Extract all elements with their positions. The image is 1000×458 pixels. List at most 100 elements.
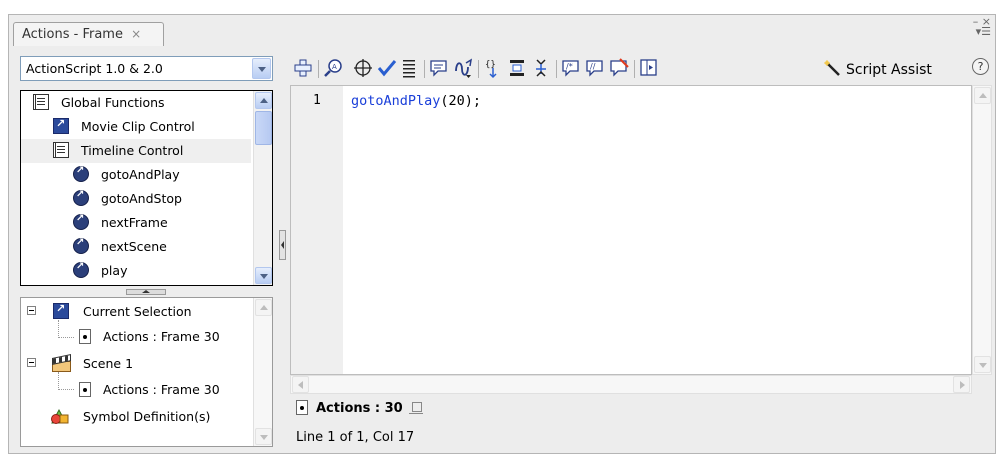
scroll-up-button[interactable]	[255, 299, 272, 316]
toolbox-item-label: play	[101, 263, 128, 278]
apply-line-comment-icon[interactable]: //	[584, 57, 606, 79]
code-keyword: gotoAndPlay	[351, 93, 441, 109]
scene-clapper-icon	[52, 355, 71, 372]
code-arguments: (20);	[440, 93, 482, 109]
book-icon	[53, 142, 69, 158]
toolbox-item-gotoandstop[interactable]: gotoAndStop	[21, 187, 251, 211]
script-tab-label: Actions : 30	[316, 401, 403, 416]
toolbox-item-nextscene[interactable]: nextScene	[21, 235, 251, 259]
line-number: 1	[313, 93, 321, 108]
nav-item-symbol-definitions[interactable]: Symbol Definition(s)	[21, 405, 253, 429]
scroll-left-button[interactable]	[292, 376, 309, 393]
horizontal-splitter[interactable]	[20, 287, 273, 296]
script-tab-actions-30[interactable]: Actions : 30	[296, 397, 423, 422]
expand-all-icon[interactable]	[530, 57, 552, 79]
scroll-thumb[interactable]	[255, 111, 272, 145]
svg-text:A: A	[332, 63, 337, 71]
toolbox-item-gotoandplay[interactable]: gotoAndPlay	[21, 163, 251, 187]
nav-item-scene-1[interactable]: Scene 1	[21, 352, 253, 376]
collapse-icon[interactable]	[27, 306, 36, 315]
function-icon	[73, 213, 89, 230]
insert-target-path-icon[interactable]	[352, 57, 374, 79]
scroll-down-button[interactable]	[974, 356, 991, 373]
scroll-down-button[interactable]	[255, 428, 272, 445]
show-code-hint-icon[interactable]	[428, 57, 450, 79]
close-icon[interactable]: ×	[131, 27, 141, 41]
frame-script-icon	[79, 329, 91, 344]
book-icon	[33, 94, 49, 110]
toolbox-item-label: Movie Clip Control	[81, 119, 195, 134]
navigator-scrollbar[interactable]	[253, 298, 272, 446]
actions-toolbox: Global Functions Movie Clip Control Time…	[20, 90, 273, 286]
remove-comment-icon[interactable]	[608, 57, 630, 79]
nav-item-label: Actions : Frame 30	[103, 329, 220, 344]
function-icon	[73, 165, 89, 182]
tab-actions-frame[interactable]: Actions - Frame ×	[13, 22, 164, 46]
add-item-icon[interactable]	[292, 57, 314, 79]
panel-options-menu[interactable]: – × ▾☰	[973, 16, 991, 37]
script-navigator: Current Selection Actions : Frame 30 Sce…	[20, 297, 273, 447]
find-icon[interactable]: A	[323, 57, 345, 79]
scroll-right-button[interactable]	[953, 376, 970, 393]
svg-text:/*: /*	[566, 62, 573, 71]
editor-horizontal-scrollbar[interactable]	[290, 375, 972, 394]
nav-item-actions-frame-30[interactable]: Actions : Frame 30	[21, 325, 253, 349]
toolbox-item-timeline-control[interactable]: Timeline Control	[21, 139, 251, 163]
editor-vertical-scrollbar[interactable]	[972, 85, 992, 375]
show-hide-toolbox-icon[interactable]	[638, 57, 660, 79]
nav-item-current-selection[interactable]: Current Selection	[21, 300, 253, 324]
toolbox-item-movie-clip-control[interactable]: Movie Clip Control	[21, 115, 251, 139]
collapse-icon[interactable]	[27, 358, 36, 367]
toolbar-divider	[556, 60, 557, 78]
nav-item-label: Current Selection	[83, 304, 192, 319]
movieclip-category-icon	[53, 302, 69, 319]
symbol-shapes-icon	[51, 408, 69, 424]
script-editor[interactable]: 1 gotoAndPlay(20);	[290, 85, 972, 375]
line-number-gutter: 1	[291, 86, 343, 374]
check-syntax-icon[interactable]	[376, 57, 398, 79]
auto-format-icon[interactable]	[398, 57, 420, 79]
pin-script-icon[interactable]	[408, 402, 423, 414]
toolbox-item-label: gotoAndPlay	[101, 167, 180, 182]
collapse-between-braces-icon[interactable]: {}	[482, 57, 504, 79]
vertical-splitter-collapse[interactable]	[279, 230, 286, 260]
svg-text://: //	[590, 62, 596, 71]
select-value: ActionScript 1.0 & 2.0	[26, 61, 163, 76]
code-line[interactable]: gotoAndPlay(20);	[351, 93, 481, 109]
chevron-down-icon[interactable]	[252, 58, 271, 79]
script-assist-label: Script Assist	[846, 62, 932, 78]
toolbar-divider	[478, 60, 479, 78]
collapse-selection-icon[interactable]	[506, 57, 528, 79]
toolbox-item-play[interactable]: play	[21, 259, 251, 283]
magic-wand-icon	[824, 60, 840, 76]
scroll-down-button[interactable]	[255, 267, 272, 284]
cursor-position-status: Line 1 of 1, Col 17	[296, 430, 415, 445]
apply-block-comment-icon[interactable]: /*	[560, 57, 582, 79]
debug-options-icon[interactable]	[452, 57, 474, 79]
collapse-toggle-icon[interactable]	[126, 289, 166, 295]
toolbox-item-global-functions[interactable]: Global Functions	[21, 91, 251, 115]
toolbox-scrollbar[interactable]	[253, 91, 272, 285]
help-icon[interactable]: ?	[972, 58, 989, 75]
toolbox-item-label: Timeline Control	[81, 143, 184, 158]
toolbox-item-label: Global Functions	[61, 95, 165, 110]
function-icon	[73, 189, 89, 206]
toolbox-item-label: nextScene	[101, 239, 167, 254]
nav-item-actions-frame-30-scene[interactable]: Actions : Frame 30	[21, 378, 253, 402]
toolbox-item-nextframe[interactable]: nextFrame	[21, 211, 251, 235]
toolbox-item-label: gotoAndStop	[101, 191, 182, 206]
toolbar-divider	[318, 60, 319, 78]
actionscript-version-select[interactable]: ActionScript 1.0 & 2.0	[20, 56, 273, 81]
movieclip-category-icon	[53, 117, 69, 134]
svg-text:{}: {}	[485, 60, 496, 70]
script-assist-button[interactable]: Script Assist	[824, 58, 932, 78]
toolbox-item-label: nextFrame	[101, 215, 168, 230]
scroll-up-button[interactable]	[974, 87, 991, 104]
function-icon	[73, 261, 89, 278]
nav-item-label: Actions : Frame 30	[103, 382, 220, 397]
toolbar-divider	[424, 60, 425, 78]
scroll-up-button[interactable]	[255, 92, 272, 109]
frame-script-icon	[79, 382, 91, 397]
frame-script-icon	[296, 400, 308, 415]
function-icon	[73, 237, 89, 254]
